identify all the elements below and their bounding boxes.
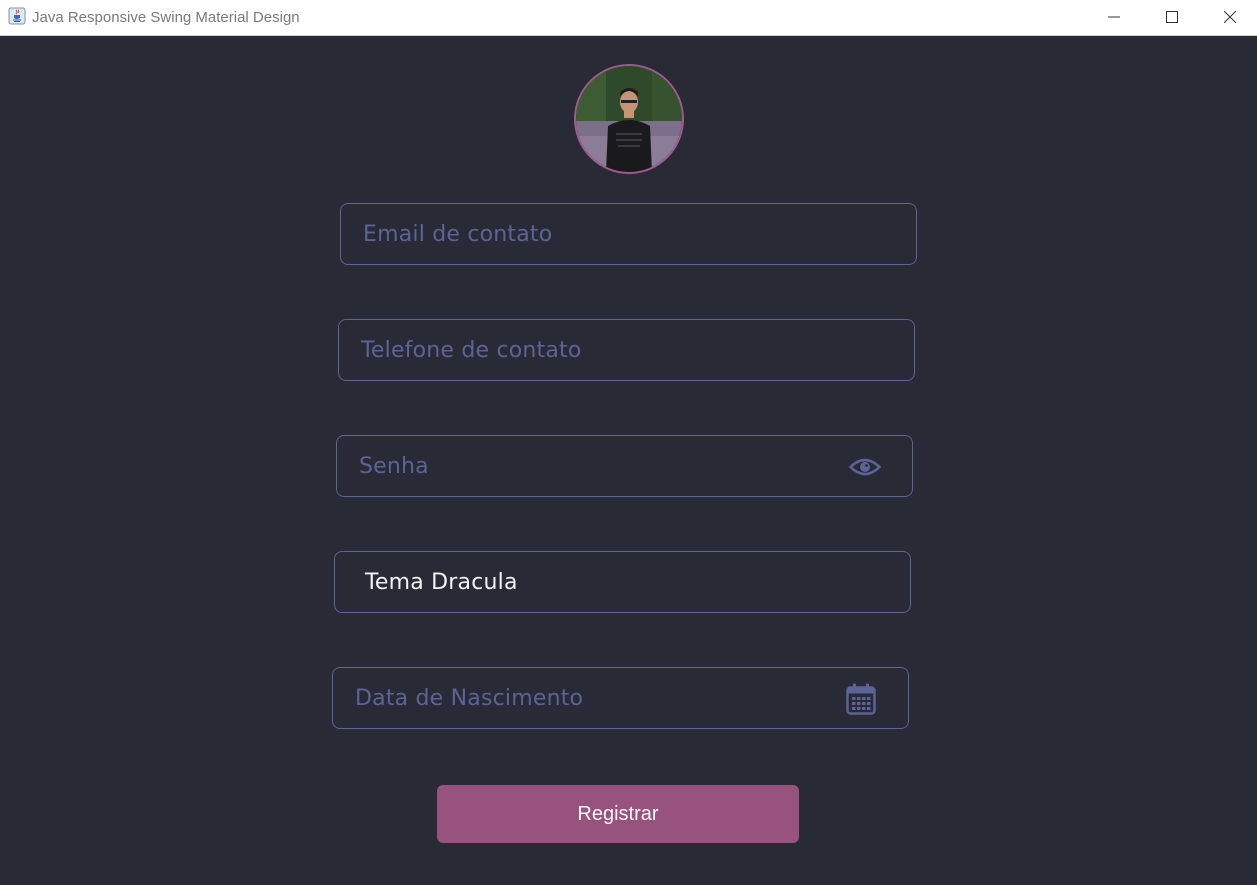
close-button[interactable]	[1201, 0, 1257, 35]
window-titlebar: Java Responsive Swing Material Design	[0, 0, 1257, 36]
eye-icon[interactable]	[849, 456, 881, 478]
profile-photo	[576, 66, 682, 172]
maximize-button[interactable]	[1143, 0, 1201, 35]
senha-placeholder: Senha	[359, 454, 429, 479]
nascimento-placeholder: Data de Nascimento	[355, 686, 584, 711]
close-icon	[1224, 11, 1236, 23]
minimize-icon	[1108, 16, 1120, 18]
telefone-field[interactable]: Telefone de contato	[338, 319, 915, 381]
registrar-button[interactable]: Registrar	[437, 785, 799, 843]
email-field[interactable]: Email de contato	[340, 203, 917, 265]
maximize-icon	[1166, 11, 1178, 23]
telefone-placeholder: Telefone de contato	[361, 338, 582, 363]
java-app-icon	[8, 7, 26, 25]
form-panel: Email de contato Telefone de contato Sen…	[0, 36, 1257, 885]
senha-field[interactable]: Senha	[336, 435, 913, 497]
tema-field[interactable]: Tema Dracula	[334, 551, 911, 613]
registrar-button-label: Registrar	[577, 803, 659, 825]
minimize-button[interactable]	[1085, 0, 1143, 35]
calendar-icon[interactable]	[846, 683, 876, 715]
window-title: Java Responsive Swing Material Design	[32, 9, 300, 26]
email-placeholder: Email de contato	[363, 222, 553, 247]
avatar[interactable]	[574, 64, 684, 174]
nascimento-field[interactable]: Data de Nascimento	[332, 667, 909, 729]
tema-value: Tema Dracula	[365, 570, 518, 595]
